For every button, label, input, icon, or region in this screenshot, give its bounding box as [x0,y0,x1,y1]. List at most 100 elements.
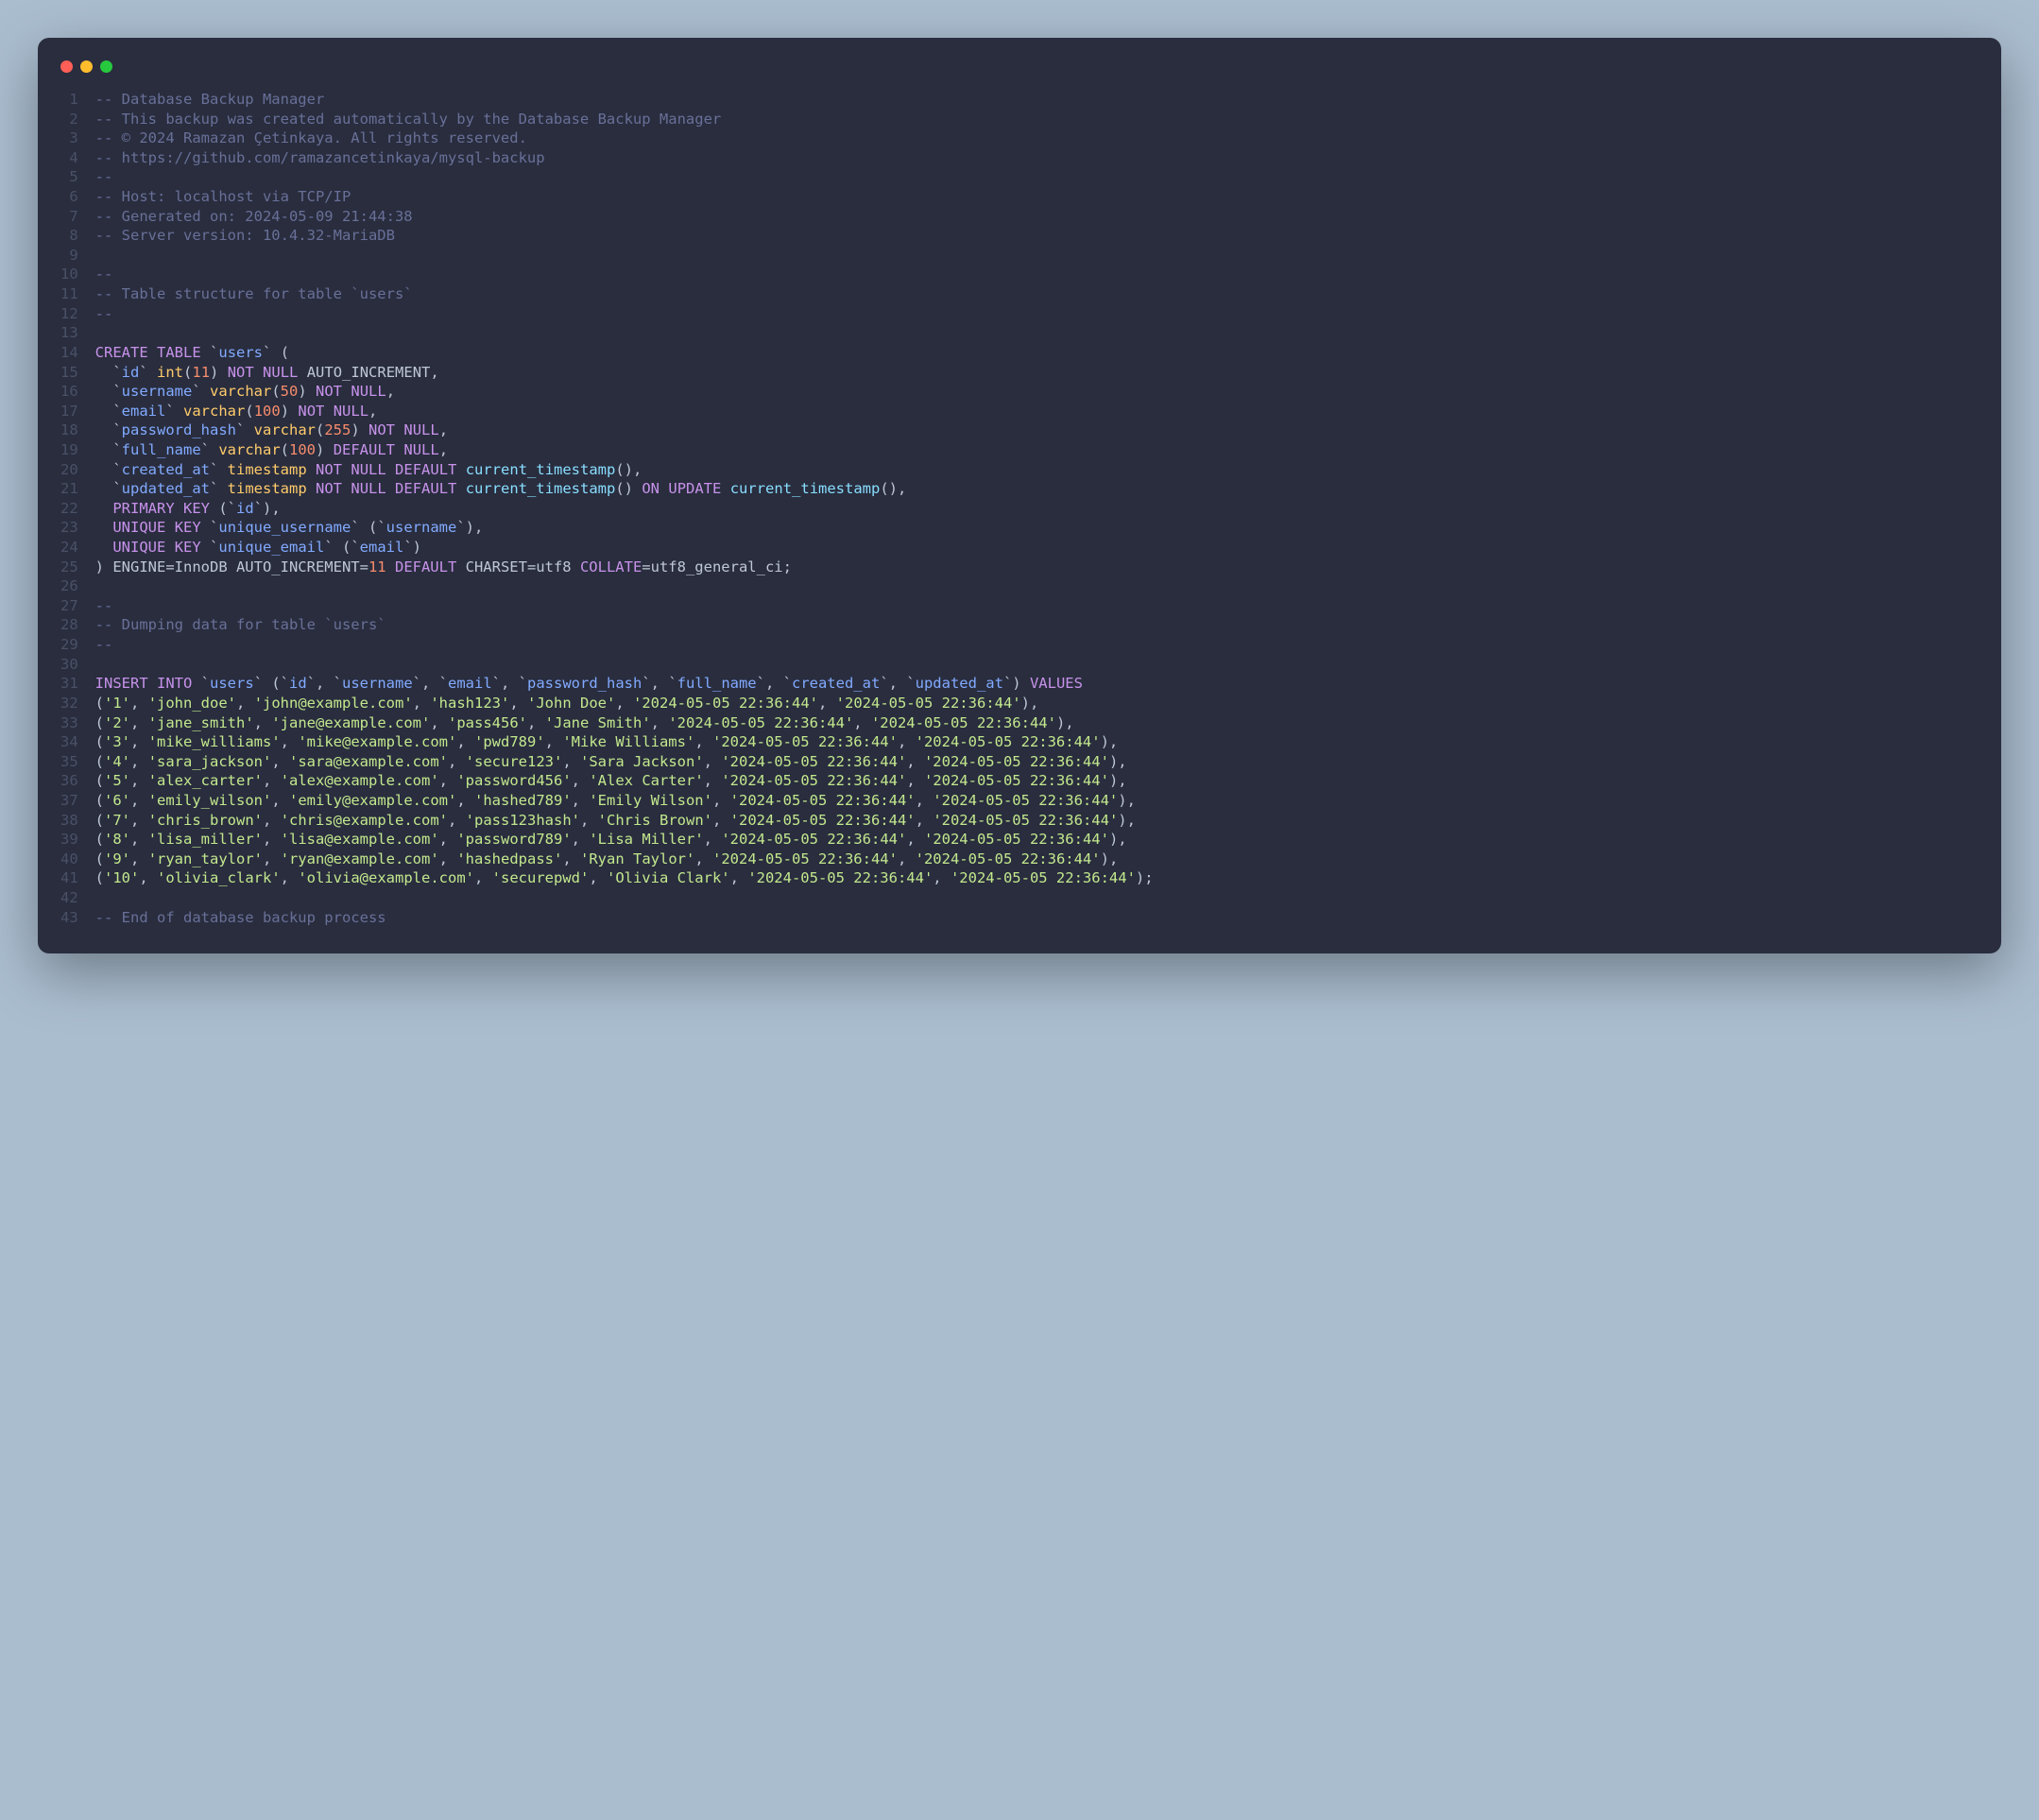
token-string: 'pass123hash' [466,812,580,829]
token-keyword: NULL [351,461,386,478]
line-number: 24 [60,538,78,558]
line-number: 39 [60,830,78,850]
zoom-icon[interactable] [100,60,112,73]
token-comment: -- Table structure for table `users` [95,285,413,302]
token-ident: =utf8_general_ci; [642,558,792,575]
code-editor[interactable]: 1-- Database Backup Manager2-- This back… [60,90,1979,927]
code-line[interactable]: -- https://github.com/ramazancetinkaya/m… [95,148,1979,168]
code-line[interactable]: `full_name` varchar(100) DEFAULT NULL, [95,440,1979,460]
token-func: current_timestamp [466,461,616,478]
code-line[interactable]: `username` varchar(50) NOT NULL, [95,382,1979,402]
code-line[interactable]: -- [95,304,1979,324]
token-punct: , [263,812,281,829]
code-line[interactable]: ('2', 'jane_smith', 'jane@example.com', … [95,713,1979,733]
code-line[interactable]: -- [95,635,1979,655]
token-string: 'ryan_taylor' [148,850,263,867]
code-line[interactable]: -- Dumping data for table `users` [95,615,1979,635]
code-line[interactable]: -- Host: localhost via TCP/IP [95,187,1979,207]
token-punct: , [916,792,934,809]
code-line[interactable]: ) ENGINE=InnoDB AUTO_INCREMENT=11 DEFAUL… [95,558,1979,577]
code-line[interactable]: -- [95,596,1979,616]
code-line[interactable]: `id` int(11) NOT NULL AUTO_INCREMENT, [95,363,1979,383]
code-line[interactable]: -- Generated on: 2024-05-09 21:44:38 [95,207,1979,227]
code-line[interactable]: `email` varchar(100) NOT NULL, [95,402,1979,421]
code-line[interactable]: -- End of database backup process [95,908,1979,928]
code-line[interactable]: -- © 2024 Ramazan Çetinkaya. All rights … [95,129,1979,148]
code-line[interactable]: ('3', 'mike_williams', 'mike@example.com… [95,732,1979,752]
code-line[interactable]: ('8', 'lisa_miller', 'lisa@example.com',… [95,830,1979,850]
code-line[interactable] [95,576,1979,596]
code-line[interactable]: ('5', 'alex_carter', 'alex@example.com',… [95,771,1979,791]
code-line[interactable]: PRIMARY KEY (`id`), [95,499,1979,519]
code-line[interactable]: ('9', 'ryan_taylor', 'ryan@example.com',… [95,850,1979,869]
code-line[interactable]: -- [95,167,1979,187]
token-punct: , [413,695,431,712]
code-line[interactable]: -- [95,265,1979,284]
code-line[interactable]: ('10', 'olivia_clark', 'olivia@example.c… [95,868,1979,888]
code-line[interactable]: CREATE TABLE `users` ( [95,343,1979,363]
code-line[interactable]: ('1', 'john_doe', 'john@example.com', 'h… [95,694,1979,713]
code-line[interactable] [95,323,1979,343]
token-string: '9' [104,850,130,867]
code-line[interactable]: -- Table structure for table `users` [95,284,1979,304]
token-punct: , [263,850,281,867]
token-ident [395,441,403,458]
code-line[interactable]: `created_at` timestamp NOT NULL DEFAULT … [95,460,1979,480]
token-string: '4' [104,753,130,770]
token-def: unique_username [218,519,351,536]
minimize-icon[interactable] [80,60,93,73]
token-punct: , [281,733,299,750]
token-ident: (` [210,500,236,517]
token-punct: , [130,695,148,712]
code-line[interactable]: -- Server version: 10.4.32-MariaDB [95,226,1979,246]
code-line[interactable] [95,246,1979,266]
code-line[interactable]: INSERT INTO `users` (`id`, `username`, `… [95,674,1979,694]
code-line[interactable]: ('6', 'emily_wilson', 'emily@example.com… [95,791,1979,811]
token-keyword: TABLE [157,344,201,361]
token-ident: ` [201,519,219,536]
code-line[interactable]: -- This backup was created automatically… [95,110,1979,129]
line-number: 11 [60,284,78,304]
code-line[interactable] [95,655,1979,675]
token-ident: ` [201,539,219,556]
token-number: 11 [368,558,386,575]
line-number: 29 [60,635,78,655]
token-ident: ` [201,441,219,458]
token-string: 'Jane Smith' [545,714,651,731]
line-number: 21 [60,479,78,499]
token-string: 'Alex Carter' [589,772,703,789]
token-punct: , [818,695,836,712]
token-number: 50 [281,383,299,400]
line-number: 2 [60,110,78,129]
code-line[interactable]: -- Database Backup Manager [95,90,1979,110]
token-comment: -- Generated on: 2024-05-09 21:44:38 [95,208,413,225]
token-punct: ( [281,441,289,458]
code-line[interactable]: UNIQUE KEY `unique_username` (`username`… [95,518,1979,538]
code-line[interactable]: ('4', 'sara_jackson', 'sara@example.com'… [95,752,1979,772]
token-keyword: NULL [403,421,438,438]
line-number: 22 [60,499,78,519]
token-punct: ( [95,850,104,867]
close-icon[interactable] [60,60,73,73]
code-line[interactable]: UNIQUE KEY `unique_email` (`email`) [95,538,1979,558]
code-line[interactable]: ('7', 'chris_brown', 'chris@example.com'… [95,811,1979,831]
token-string: 'hash123' [430,695,509,712]
line-number: 30 [60,655,78,675]
token-string: '2024-05-05 22:36:44' [924,831,1109,848]
token-punct: , [430,714,448,731]
token-punct: , [448,812,466,829]
token-string: 'john_doe' [148,695,236,712]
token-def: created_at [792,675,880,692]
code-line[interactable] [95,888,1979,908]
token-ident: ) ENGINE=InnoDB AUTO_INCREMENT= [95,558,368,575]
token-string: 'emily@example.com' [289,792,456,809]
token-punct: , [933,869,951,886]
token-ident [95,519,113,536]
code-line[interactable]: `password_hash` varchar(255) NOT NULL, [95,421,1979,440]
token-punct: ( [183,364,192,381]
token-punct: ) [210,364,228,381]
line-number: 19 [60,440,78,460]
token-ident [386,461,395,478]
token-punct: , [439,831,457,848]
code-line[interactable]: `updated_at` timestamp NOT NULL DEFAULT … [95,479,1979,499]
